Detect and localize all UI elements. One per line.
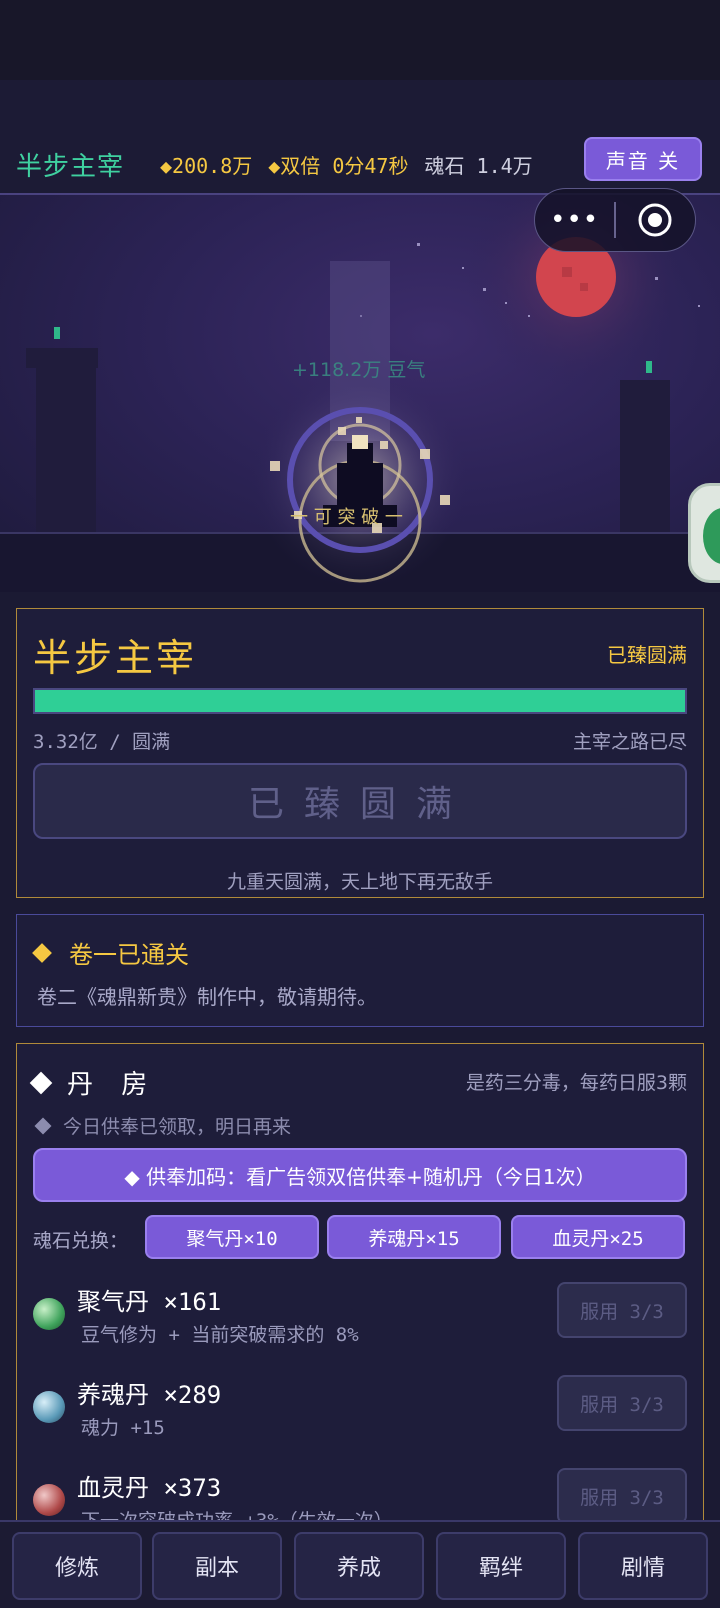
leaf-icon [703,508,720,564]
pill-row: 养魂丹 ×289 魂力 +15 服用 3/3 [33,1373,687,1439]
pill-desc: 豆气修为 + 当前突破需求的 8% [81,1324,359,1346]
currency-amount: ◆200.8万 [160,153,253,178]
nav-dungeon[interactable]: 副本 [152,1532,282,1600]
chapter-title-text: 卷一已通关 [69,941,189,969]
breakthrough-button[interactable]: 已臻圆满 [33,763,687,839]
diamond-icon [32,942,52,963]
left-tower [26,348,98,535]
double-timer: ◆双倍 0分47秒 [268,153,409,178]
alchemy-title: 丹 房 [29,1064,158,1101]
pill-row: 血灵丹 ×373 下一次突破成功率 +3%（生效一次） 服用 3/3 [33,1466,687,1532]
progress-text: 3.32亿 / 圆满 [33,731,171,753]
progress-fill [35,690,685,712]
path-status: 主宰之路已尽 [572,731,687,753]
juqi-pill-icon [33,1298,65,1330]
scene-illustration [0,195,720,592]
sound-toggle-button[interactable]: 声音 关 [584,137,702,181]
diamond-icon [34,1117,52,1134]
nav-story[interactable]: 剧情 [578,1532,708,1600]
breakthrough-hint: 一 可 突 破 一 [290,507,403,528]
pill-name: 养魂丹 ×289 [77,1381,222,1409]
alchemy-title-text: 丹 房 [67,1070,158,1100]
pill-name: 血灵丹 ×373 [77,1474,222,1502]
chapter-subtitle: 卷二《魂鼎新贵》制作中，敬请期待。 [37,985,377,1009]
diamond-icon [29,1071,53,1094]
use-pill-button[interactable]: 服用 3/3 [557,1375,687,1431]
exchange-label: 魂石兑换： [33,1230,129,1252]
cultivation-scene: +118.2万 豆气 一 可 突 破 一 [0,195,720,592]
nav-develop[interactable]: 养成 [294,1532,424,1600]
ad-bonus-button[interactable]: ◆ 供奉加码：看广告领双倍供奉+随机丹（今日1次） [33,1148,687,1202]
soulstone-amount: 魂石 1.4万 [424,153,533,178]
pill-desc: 魂力 +15 [81,1417,165,1439]
status-bar-area [0,0,720,80]
exchange-juqi-button[interactable]: 聚气丹×10 [145,1215,319,1259]
top-header: 半步主宰 ◆200.8万 ◆双倍 0分47秒 魂石 1.4万 声音 关 [0,135,720,195]
nav-bond[interactable]: 羁绊 [436,1532,566,1600]
exchange-xueling-button[interactable]: 血灵丹×25 [511,1215,685,1259]
chapter-panel: 卷一已通关 卷二《魂鼎新贵》制作中，敬请期待。 [16,914,704,1027]
realm-status: 已臻圆满 [607,643,687,667]
realm-label: 半步主宰 [16,151,125,182]
mini-program-capsule: ••• [534,188,696,252]
offering-note: 今日供奉已领取，明日再来 [33,1112,291,1139]
offering-note-text: 今日供奉已领取，明日再来 [63,1116,292,1138]
exchange-yanghun-button[interactable]: 养魂丹×15 [327,1215,501,1259]
realm-caption: 九重天圆满，天上地下再无敌手 [226,871,493,893]
resource-gain-text: +118.2万 豆气 [292,359,426,381]
yanghun-pill-icon [33,1391,65,1423]
more-menu-icon[interactable]: ••• [535,205,614,235]
realm-title: 半步主宰 [33,636,198,680]
xueling-pill-icon [33,1484,65,1516]
title-bar-area [0,80,720,135]
alchemy-panel: 丹 房 是药三分毒，每药日服3颗 今日供奉已领取，明日再来 ◆ 供奉加码：看广告… [16,1043,704,1543]
close-target-icon[interactable] [616,202,695,238]
cultivation-progress-bar [33,688,687,714]
alchemy-hint: 是药三分毒，每药日服3颗 [465,1072,687,1094]
bottom-nav: 修炼 副本 养成 羁绊 剧情 [0,1520,720,1608]
nav-cultivate[interactable]: 修炼 [12,1532,142,1600]
pill-name: 聚气丹 ×161 [77,1288,222,1316]
use-pill-button[interactable]: 服用 3/3 [557,1468,687,1524]
right-tower [620,380,670,535]
chapter-title: 卷一已通关 [32,935,189,970]
realm-panel: 半步主宰 已臻圆满 3.32亿 / 圆满 主宰之路已尽 已臻圆满 九重天圆满，天… [16,608,704,898]
pill-row: 聚气丹 ×161 豆气修为 + 当前突破需求的 8% 服用 3/3 [33,1280,687,1346]
side-float-icon[interactable] [688,483,720,583]
use-pill-button[interactable]: 服用 3/3 [557,1282,687,1338]
